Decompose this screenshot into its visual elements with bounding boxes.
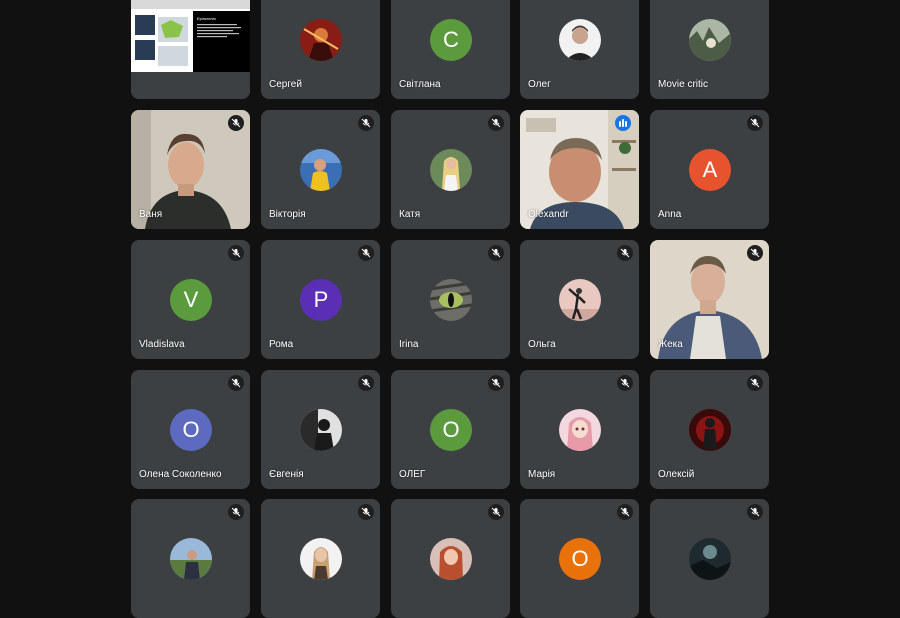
participant-name: Катя xyxy=(399,209,421,220)
participant-name: Irina xyxy=(399,339,419,350)
profile-photo-man xyxy=(559,19,601,61)
participant-name: Рома xyxy=(269,339,294,350)
mic-muted-icon xyxy=(747,245,763,261)
tile-participant[interactable]: Ваня xyxy=(131,110,250,229)
profile-photo-dark-landscape xyxy=(689,538,731,580)
mic-muted-icon xyxy=(747,504,763,520)
tile-participant[interactable]: С Світлана xyxy=(391,0,510,99)
tile-participant[interactable]: O ОЛЕГ xyxy=(391,370,510,489)
letter-avatar: O xyxy=(559,538,601,580)
participant-name: Сергей xyxy=(269,79,302,90)
letter-avatar: O xyxy=(170,409,212,451)
mic-muted-icon xyxy=(228,245,244,261)
mic-muted-icon xyxy=(488,504,504,520)
tile-participant[interactable]: V Vladislava xyxy=(131,240,250,359)
letter-avatar: O xyxy=(430,409,472,451)
profile-photo-warrior xyxy=(300,19,342,61)
tile-participant[interactable]: Катя xyxy=(391,110,510,229)
participant-name: Марія xyxy=(528,469,556,480)
letter-avatar: P xyxy=(300,279,342,321)
participant-name: Олена Соколенко xyxy=(139,469,222,480)
profile-photo-dark-silhouette xyxy=(300,409,342,451)
mic-muted-icon xyxy=(358,115,374,131)
mic-muted-icon xyxy=(228,504,244,520)
tile-participant[interactable]: P Рома xyxy=(261,240,380,359)
participant-name: Олексій xyxy=(658,469,695,480)
tile-participant[interactable]: Марія xyxy=(520,370,639,489)
participant-name: ОЛЕГ xyxy=(399,469,426,480)
tile-participant[interactable]: Олексій xyxy=(650,370,769,489)
profile-photo-blonde-girl xyxy=(430,149,472,191)
participant-name: Євгенія xyxy=(269,469,304,480)
mic-muted-icon xyxy=(747,375,763,391)
mic-muted-icon xyxy=(617,504,633,520)
letter-avatar: V xyxy=(170,279,212,321)
tile-participant[interactable] xyxy=(261,499,380,618)
profile-photo-red-figure xyxy=(689,409,731,451)
participant-name: Movie critic xyxy=(658,79,709,90)
profile-photo-dancer xyxy=(559,279,601,321)
tile-participant[interactable]: O xyxy=(520,499,639,618)
profile-photo-woman-red-hair xyxy=(430,538,472,580)
participant-name: Вікторія xyxy=(269,209,306,220)
participant-name: Olexandr xyxy=(528,209,569,220)
mic-muted-icon xyxy=(228,115,244,131)
tile-participant[interactable]: Irina xyxy=(391,240,510,359)
participant-name: Олег xyxy=(528,79,551,90)
mic-muted-icon xyxy=(228,375,244,391)
participant-name: Світлана xyxy=(399,79,441,90)
tile-participant[interactable]: A Anna xyxy=(650,110,769,229)
tile-participant[interactable]: Olexandr xyxy=(520,110,639,229)
tile-participant[interactable]: Movie critic xyxy=(650,0,769,99)
mic-muted-icon xyxy=(747,115,763,131)
mic-muted-icon xyxy=(617,375,633,391)
tile-participant[interactable]: Жека xyxy=(650,240,769,359)
tile-participant[interactable]: Євгенія xyxy=(261,370,380,489)
participant-name: Жека xyxy=(658,339,683,350)
mic-muted-icon xyxy=(617,245,633,261)
tile-screen-share[interactable]: Ерінгатлія xyxy=(131,0,250,99)
mic-muted-icon xyxy=(488,115,504,131)
profile-photo-girl-yellow xyxy=(300,149,342,191)
tile-participant[interactable] xyxy=(650,499,769,618)
profile-photo-anime-girl xyxy=(559,409,601,451)
tile-participant[interactable]: Вікторія xyxy=(261,110,380,229)
mic-muted-icon xyxy=(358,245,374,261)
slide-heading: Ерінгатлія xyxy=(197,16,216,21)
participant-name: Ольга xyxy=(528,339,556,350)
tile-participant[interactable]: Сергей xyxy=(261,0,380,99)
mic-muted-icon xyxy=(488,245,504,261)
mic-muted-icon xyxy=(488,375,504,391)
tile-participant[interactable] xyxy=(391,499,510,618)
tile-participant[interactable]: O Олена Соколенко xyxy=(131,370,250,489)
profile-photo-cat-eye xyxy=(430,279,472,321)
tile-participant[interactable]: Олег xyxy=(520,0,639,99)
speaking-indicator-icon xyxy=(615,115,631,131)
mic-muted-icon xyxy=(358,504,374,520)
letter-avatar: A xyxy=(689,149,731,191)
profile-photo-woman-white xyxy=(300,538,342,580)
participant-name: Anna xyxy=(658,209,682,220)
participant-name: Vladislava xyxy=(139,339,185,350)
tile-participant[interactable]: Ольга xyxy=(520,240,639,359)
profile-photo-forest xyxy=(689,19,731,61)
letter-avatar: С xyxy=(430,19,472,61)
screen-share-preview: Ерінгатлія xyxy=(131,0,250,99)
mic-muted-icon xyxy=(358,375,374,391)
participant-name: Ваня xyxy=(139,209,163,220)
profile-photo-man-outdoors xyxy=(170,538,212,580)
tile-participant[interactable] xyxy=(131,499,250,618)
